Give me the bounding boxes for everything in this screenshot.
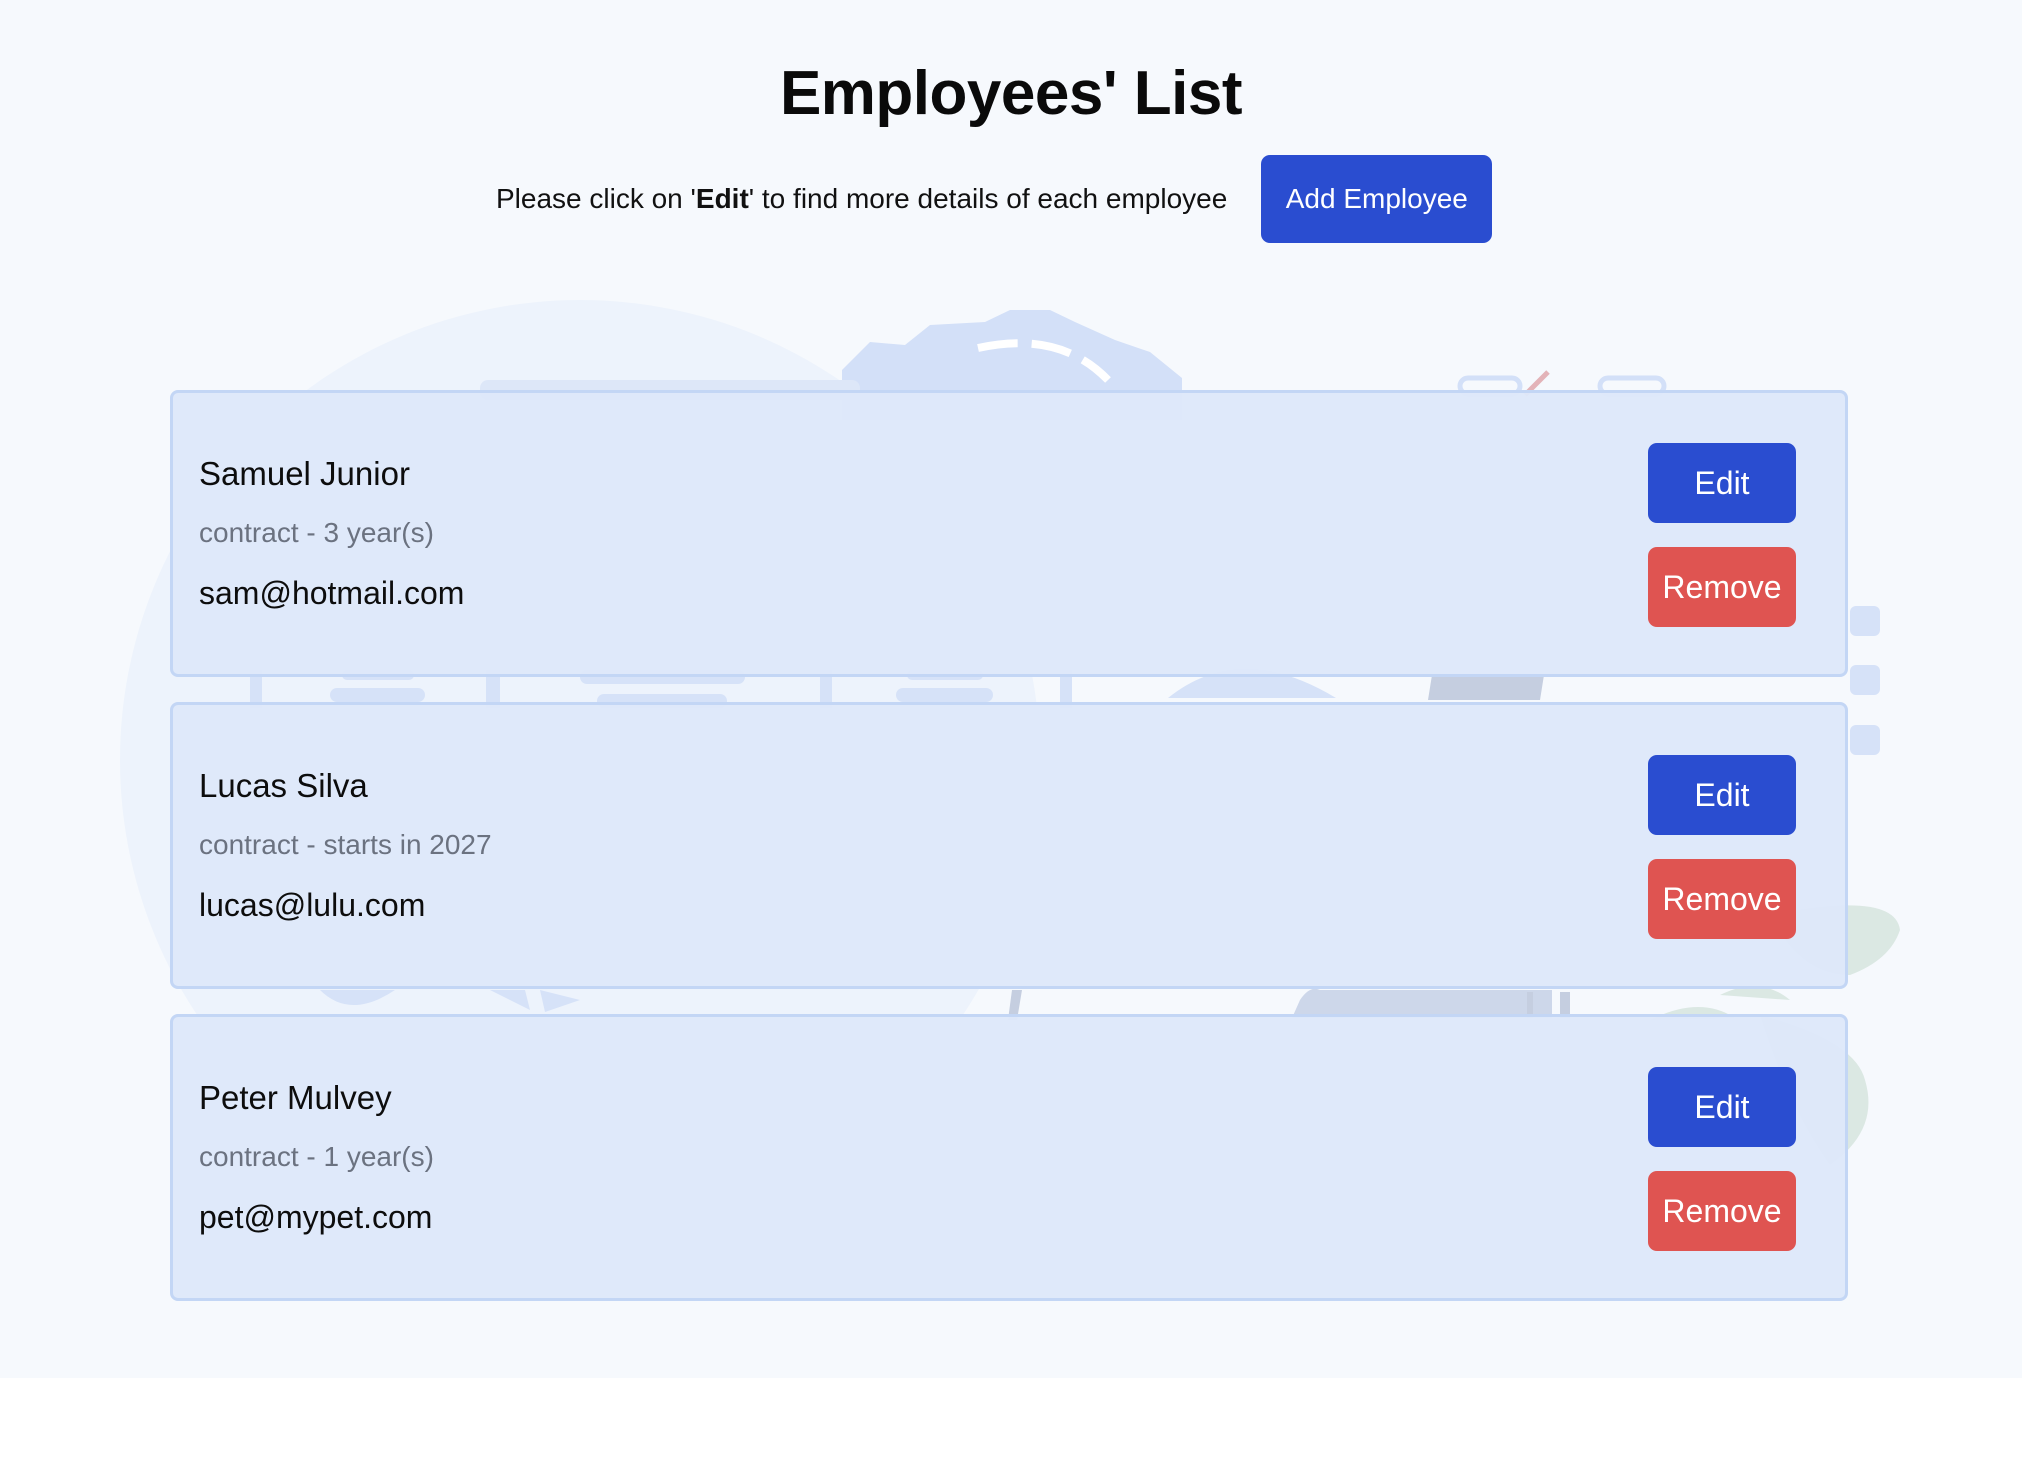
page-title: Employees' List bbox=[779, 59, 1243, 128]
employee-card: Lucas Silva contract - starts in 2027 lu… bbox=[170, 702, 1848, 989]
employee-card: Samuel Junior contract - 3 year(s) sam@h… bbox=[170, 390, 1848, 677]
employee-name: Samuel Junior bbox=[199, 455, 410, 492]
instructions-suffix: ' to find more details of each employee bbox=[748, 183, 1228, 214]
instructions-emphasis: Edit bbox=[695, 183, 749, 214]
employee-email: pet@mypet.com bbox=[199, 1199, 433, 1235]
employee-name: Lucas Silva bbox=[199, 767, 368, 804]
header-toolbar: Please click on 'Edit' to find more deta… bbox=[496, 155, 1493, 243]
remove-button[interactable]: Remove bbox=[1648, 1171, 1796, 1251]
employee-name: Peter Mulvey bbox=[199, 1079, 392, 1116]
page: Employees' List Please click on 'Edit' t… bbox=[0, 0, 2022, 1378]
employee-contract: contract - starts in 2027 bbox=[199, 829, 492, 860]
edit-button[interactable]: Edit bbox=[1648, 443, 1796, 523]
instructions-text: Please click on 'Edit' to find more deta… bbox=[496, 183, 1227, 215]
edit-button[interactable]: Edit bbox=[1648, 1067, 1796, 1147]
employee-contract: contract - 1 year(s) bbox=[199, 1141, 434, 1172]
remove-button[interactable]: Remove bbox=[1648, 859, 1796, 939]
edit-button[interactable]: Edit bbox=[1648, 755, 1796, 835]
employee-email: sam@hotmail.com bbox=[199, 575, 465, 611]
employee-card: Peter Mulvey contract - 1 year(s) pet@my… bbox=[170, 1014, 1848, 1301]
employee-contract: contract - 3 year(s) bbox=[199, 517, 434, 548]
add-employee-button[interactable]: Add Employee bbox=[1261, 155, 1493, 243]
remove-button[interactable]: Remove bbox=[1648, 547, 1796, 627]
employee-list: Samuel Junior contract - 3 year(s) sam@h… bbox=[170, 390, 1848, 1326]
employee-email: lucas@lulu.com bbox=[199, 887, 426, 923]
instructions-prefix: Please click on ' bbox=[496, 183, 696, 214]
